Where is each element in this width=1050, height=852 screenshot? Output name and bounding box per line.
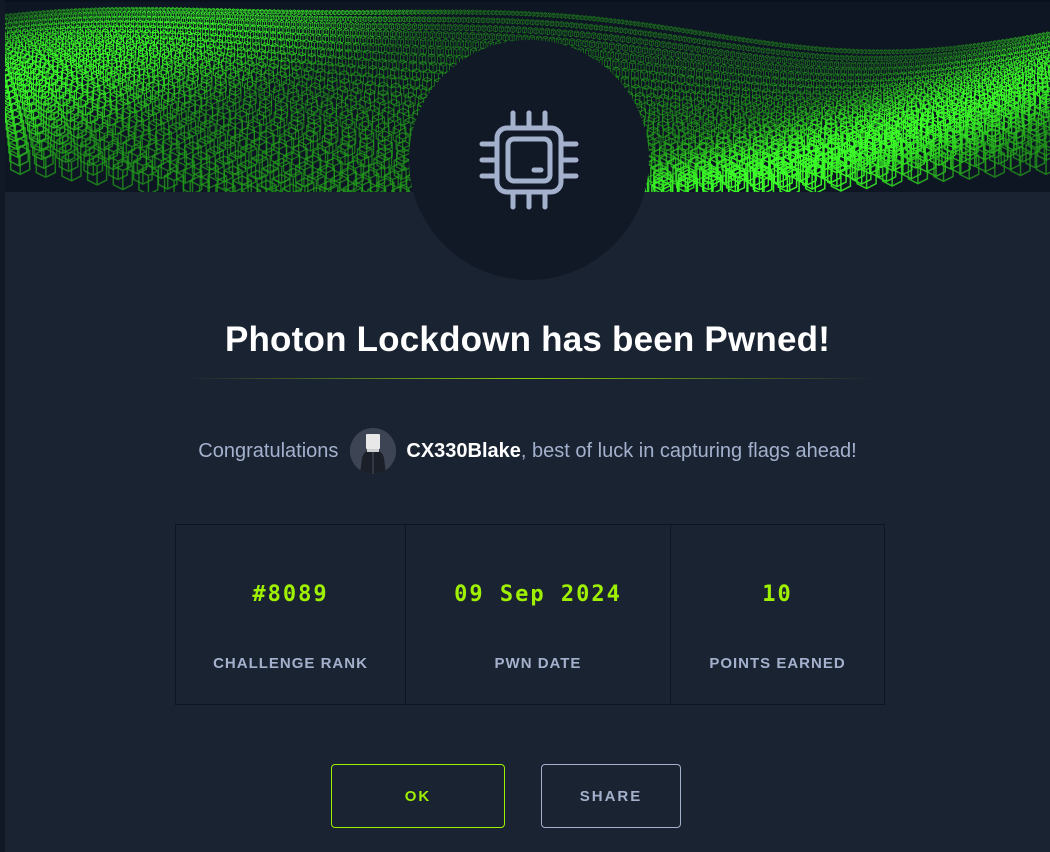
points-earned-value: 10 <box>762 582 793 607</box>
title-divider <box>185 378 875 379</box>
congrats-message: Congratulations CX330Blake , best of luc… <box>5 428 1050 474</box>
pwned-modal: Photon Lockdown has been Pwned! Congratu… <box>5 0 1050 852</box>
username: CX330Blake <box>406 439 521 462</box>
ok-button[interactable]: OK <box>331 764 505 828</box>
stats-panel: #8089 CHALLENGE RANK 09 Sep 2024 PWN DAT… <box>175 524 885 705</box>
pwned-title: Photon Lockdown has been Pwned! <box>224 320 831 359</box>
pwn-date-value: 09 Sep 2024 <box>454 582 622 607</box>
challenge-rank-value: #8089 <box>252 582 329 607</box>
challenge-rank-label: CHALLENGE RANK <box>213 655 368 672</box>
stat-pwn-date: 09 Sep 2024 PWN DATE <box>406 525 671 704</box>
page: Photon Lockdown has been Pwned! Congratu… <box>0 0 1050 852</box>
stat-challenge-rank: #8089 CHALLENGE RANK <box>176 525 406 704</box>
stat-points-earned: 10 POINTS EARNED <box>671 525 884 704</box>
points-earned-label: POINTS EARNED <box>709 655 846 672</box>
share-button[interactable]: SHARE <box>541 764 681 828</box>
pwn-date-label: PWN DATE <box>494 655 582 672</box>
challenge-badge <box>409 40 649 280</box>
user-avatar <box>350 428 397 474</box>
cpu-chip-icon <box>479 110 579 210</box>
congrats-prefix: Congratulations <box>198 439 339 462</box>
congrats-suffix: , best of luck in capturing flags ahead! <box>520 439 857 462</box>
